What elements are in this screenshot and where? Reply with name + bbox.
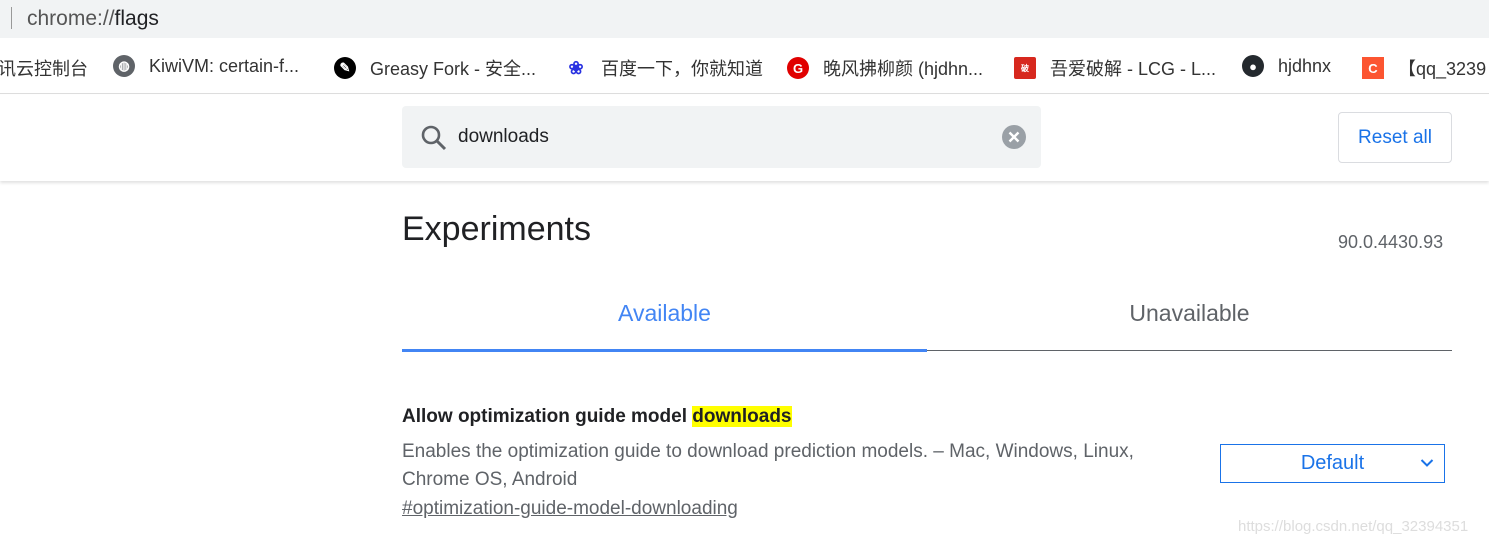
flags-header: downloads Reset all <box>0 95 1489 181</box>
bookmark-label: 百度一下，你就知道 <box>601 59 763 79</box>
flag-state-select[interactable]: Default <box>1220 444 1445 483</box>
bookmarks-bar: 讯云控制台 ◍ KiwiVM: certain-f... ✎ Greasy Fork… <box>0 38 1489 94</box>
version-label: 90.0.4430.93 <box>1338 232 1444 252</box>
bookmark-tencent-cloud[interactable]: 讯云控制台 <box>0 55 88 81</box>
url-text[interactable]: chrome://flags <box>27 7 159 31</box>
bookmark-csdn[interactable]: C 【qq_3239 <box>1362 55 1486 81</box>
baidu-icon: ❀ <box>568 57 584 78</box>
bookmark-gitee[interactable]: G 晚风拂柳颜 (hjdhn... <box>787 55 983 81</box>
flag-title-text: Allow optimization guide model <box>402 406 693 427</box>
watermark: https://blog.csdn.net/qq_32394351 <box>1238 518 1469 535</box>
bookmark-label: 【qq_3239 <box>1398 59 1487 79</box>
clear-search-icon[interactable] <box>1001 124 1027 150</box>
github-icon: ● <box>1242 55 1264 77</box>
url-scheme: chrome:// <box>27 7 115 30</box>
bookmark-kiwivm[interactable]: ◍ KiwiVM: certain-f... <box>113 55 299 77</box>
bookmark-baidu[interactable]: ❀ 百度一下，你就知道 <box>565 55 763 81</box>
reset-all-button[interactable]: Reset all <box>1338 112 1452 163</box>
globe-icon: ◍ <box>113 55 135 77</box>
bookmark-greasy-fork[interactable]: ✎ Greasy Fork - 安全... <box>334 55 536 81</box>
chevron-down-icon <box>1420 459 1434 467</box>
52pojie-icon: 破 <box>1014 57 1036 79</box>
csdn-icon: C <box>1362 57 1384 79</box>
search-highlight: downloads <box>692 406 792 427</box>
gitee-icon: G <box>787 57 809 79</box>
search-input[interactable]: downloads <box>402 106 1041 168</box>
active-tab-indicator <box>402 349 927 352</box>
search-query: downloads <box>458 126 549 147</box>
select-value: Default <box>1300 452 1365 474</box>
bookmark-label: 吾爱破解 - LCG - L... <box>1050 59 1217 79</box>
bookmark-label: 晚风拂柳颜 (hjdhn... <box>823 59 984 79</box>
bookmark-label: 讯云控制台 <box>0 59 88 79</box>
divider <box>11 7 12 29</box>
tab-unavailable[interactable]: Unavailable <box>927 300 1452 327</box>
url-path: flags <box>114 7 159 30</box>
tab-available[interactable]: Available <box>402 300 927 327</box>
flag-title: Allow optimization guide model downloads <box>402 406 792 428</box>
bookmark-label: Greasy Fork - 安全... <box>370 59 537 79</box>
bookmark-52pojie[interactable]: 破吾爱破解 - LCG - L... <box>1014 55 1216 81</box>
bookmark-label: KiwiVM: certain-f... <box>149 55 300 76</box>
greasyfork-icon: ✎ <box>334 57 356 79</box>
page-title: Experiments <box>402 210 591 248</box>
address-bar[interactable]: chrome://flags <box>0 0 1489 38</box>
flag-permalink[interactable]: #optimization-guide-model-downloading <box>402 498 738 520</box>
flag-description: Enables the optimization guide to downlo… <box>402 441 1134 490</box>
search-icon <box>421 125 447 151</box>
bookmark-label: hjdhnx <box>1278 55 1332 76</box>
bookmark-github[interactable]: ● hjdhnx <box>1242 55 1331 77</box>
